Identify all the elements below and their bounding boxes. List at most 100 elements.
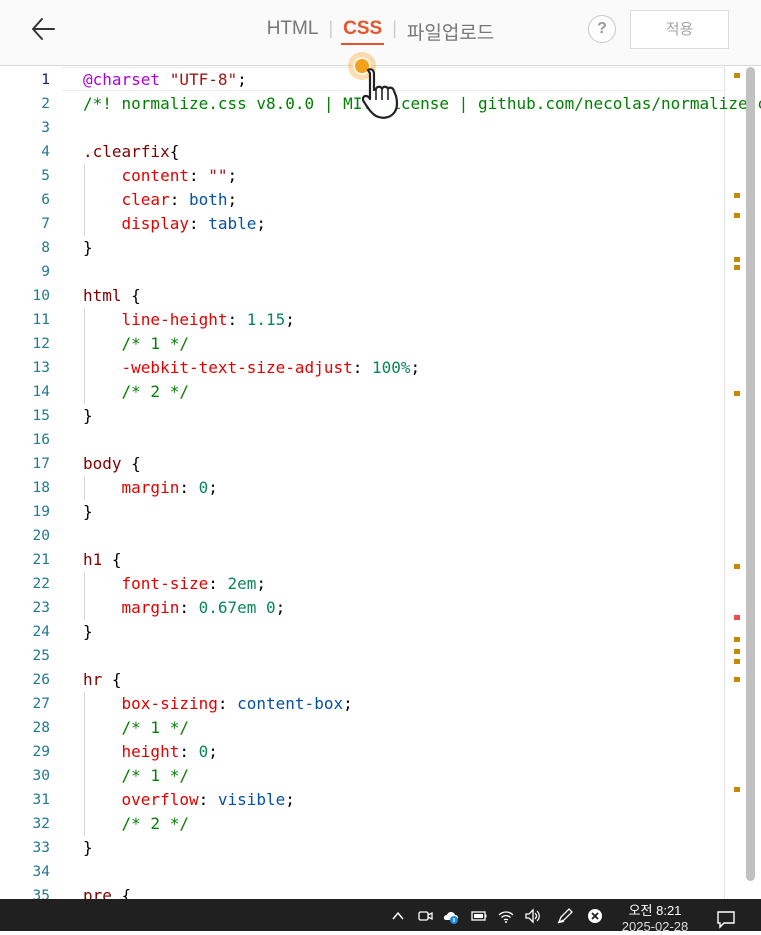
code-token: display xyxy=(121,214,189,233)
code-token: ; xyxy=(285,310,295,329)
system-clock[interactable]: 오전 8:21 2025-02-28 xyxy=(612,903,698,935)
battery-icon[interactable] xyxy=(470,907,488,925)
overview-ruler-marker xyxy=(734,677,740,682)
code-line[interactable]: } xyxy=(83,500,93,524)
code-line[interactable]: } xyxy=(83,236,93,260)
code-token: "UTF-8" xyxy=(169,70,238,89)
code-line[interactable]: line-height: 1.15; xyxy=(83,308,295,332)
code-line[interactable]: overflow: visible; xyxy=(83,788,295,812)
line-number: 30 xyxy=(32,768,50,784)
tab-file-upload[interactable]: 파일업로드 xyxy=(405,18,496,45)
code-line[interactable]: pre { xyxy=(83,884,131,899)
line-number: 1 xyxy=(41,72,50,88)
line-number: 29 xyxy=(32,744,50,760)
code-token: ; xyxy=(237,70,247,89)
overview-ruler-marker xyxy=(734,391,740,396)
line-number: 10 xyxy=(32,288,50,304)
code-line[interactable]: margin: 0; xyxy=(83,476,218,500)
code-line[interactable]: -webkit-text-size-adjust: 100%; xyxy=(83,356,421,380)
code-token: @charset xyxy=(83,70,161,89)
code-token: line-height xyxy=(121,310,228,329)
cloud-sync-icon[interactable] xyxy=(442,907,460,925)
pen-icon[interactable] xyxy=(556,907,574,925)
line-number: 25 xyxy=(32,648,50,664)
overview-ruler-marker xyxy=(734,637,740,642)
code-line[interactable]: } xyxy=(83,620,93,644)
code-token: both xyxy=(188,190,228,209)
code-line[interactable]: clear: both; xyxy=(83,188,238,212)
code-line[interactable]: } xyxy=(83,404,93,428)
code-token: 0 xyxy=(266,598,276,617)
code-token: content xyxy=(121,166,189,185)
code-token: "" xyxy=(208,166,228,185)
code-token: pre xyxy=(83,886,112,899)
overview-ruler xyxy=(724,67,725,899)
code-line[interactable]: content: ""; xyxy=(83,164,238,188)
tab-separator: | xyxy=(328,18,334,38)
code-editor[interactable]: 1 @charset "UTF-8"; 2 /*! normalize.css v8.… xyxy=(0,67,761,899)
code-line[interactable]: .clearfix{ xyxy=(83,140,179,164)
code-token: body xyxy=(83,454,122,473)
code-token: 1.15 xyxy=(246,310,286,329)
overview-ruler-marker xyxy=(734,257,740,262)
code-line[interactable]: margin: 0.67em 0; xyxy=(83,596,286,620)
volume-icon[interactable] xyxy=(523,907,541,925)
tab-label: HTML xyxy=(266,18,319,39)
overview-ruler-marker xyxy=(734,564,740,569)
apply-button[interactable]: 적용 xyxy=(630,10,729,49)
code-line[interactable]: /* 1 */ xyxy=(83,716,189,740)
code-line[interactable]: @charset "UTF-8"; xyxy=(83,68,247,92)
code-line[interactable]: body { xyxy=(83,452,141,476)
code-line[interactable]: box-sizing: content-box; xyxy=(83,692,353,716)
code-line[interactable]: hr { xyxy=(83,668,122,692)
clock-time: 오전 8:21 xyxy=(628,903,682,918)
tab-separator: | xyxy=(392,18,397,38)
notification-icon[interactable] xyxy=(716,909,736,929)
help-button[interactable]: ? xyxy=(588,15,616,43)
meet-now-icon[interactable] xyxy=(416,907,434,925)
overview-ruler-error-marker xyxy=(734,615,740,620)
code-line[interactable]: h1 { xyxy=(83,548,122,572)
line-number: 14 xyxy=(32,384,50,400)
line-number: 3 xyxy=(41,120,50,136)
code-token: : xyxy=(179,742,199,761)
code-token: } xyxy=(83,838,93,857)
code-line[interactable]: height: 0; xyxy=(83,740,218,764)
code-line[interactable]: display: table; xyxy=(83,212,267,236)
vertical-scrollbar[interactable] xyxy=(746,67,755,881)
code-token: { xyxy=(121,286,141,305)
overview-ruler-marker xyxy=(734,649,740,654)
code-token: /* 1 */ xyxy=(121,334,189,353)
tab-css[interactable]: CSS xyxy=(341,18,385,45)
code-line[interactable]: } xyxy=(83,836,93,860)
code-line[interactable]: /*! normalize.css v8.0.0 | MIT License |… xyxy=(83,92,761,116)
code-line[interactable]: /* 2 */ xyxy=(83,380,189,404)
active-tab-underline xyxy=(341,43,385,45)
code-token: table xyxy=(208,214,257,233)
code-token: : xyxy=(198,790,218,809)
code-line[interactable]: font-size: 2em; xyxy=(83,572,267,596)
code-token: : xyxy=(227,310,247,329)
line-number: 9 xyxy=(41,264,50,280)
line-number: 31 xyxy=(32,792,50,808)
code-line[interactable]: html { xyxy=(83,284,141,308)
code-token: /*! normalize.css v8.0.0 | MIT License |… xyxy=(83,94,761,113)
code-token: h1 xyxy=(83,550,103,569)
code-token: : xyxy=(217,694,238,713)
line-number: 22 xyxy=(32,576,50,592)
wifi-icon[interactable] xyxy=(497,907,515,925)
chevron-up-icon[interactable] xyxy=(389,907,407,925)
code-line[interactable]: /* 1 */ xyxy=(83,764,189,788)
code-line[interactable]: /* 1 */ xyxy=(83,332,189,356)
code-token: content-box xyxy=(237,694,344,713)
code-line[interactable]: /* 2 */ xyxy=(83,812,189,836)
close-circle-icon[interactable] xyxy=(586,907,604,925)
tab-html[interactable]: HTML xyxy=(265,18,321,40)
